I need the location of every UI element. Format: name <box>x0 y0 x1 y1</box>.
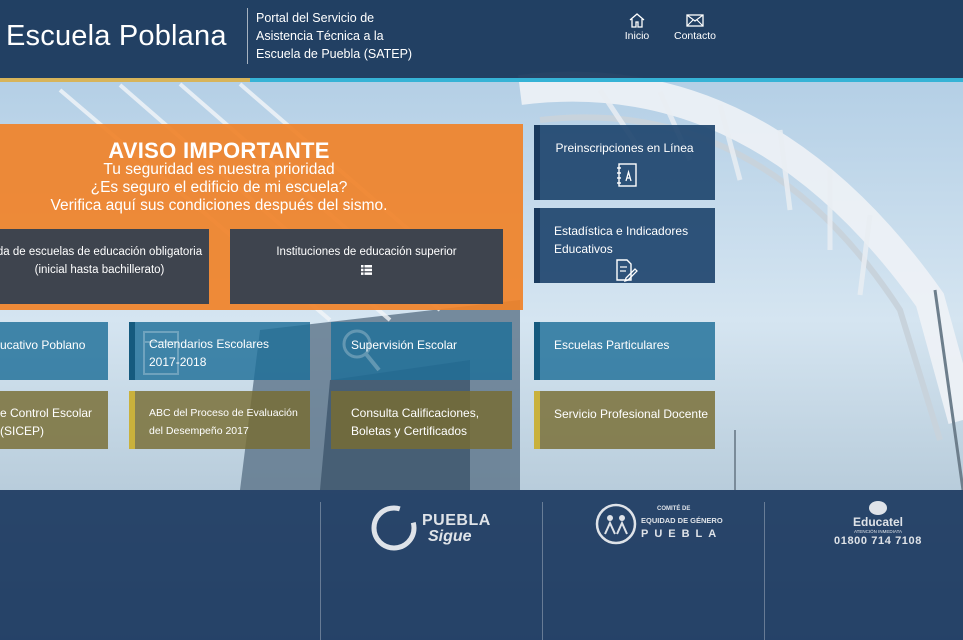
portal-description: Portal del Servicio de Asistencia Técnic… <box>256 9 426 63</box>
aviso-line-2: ¿Es seguro el edificio de mi escuela? <box>90 179 348 196</box>
servicio-profesional-label: Servicio Profesional Docente <box>554 407 709 421</box>
portal-line-1: Portal del Servicio de <box>256 11 375 25</box>
list-icon <box>361 265 372 275</box>
educatel-phone: 01800 714 7108 <box>834 535 922 547</box>
estadistica-tile[interactable]: Estadística e Indicadores Educativos <box>534 208 715 283</box>
escuelas-obligatoria-button[interactable]: da de escuelas de educación obligatoria … <box>0 229 209 304</box>
comite-text-2: EQUIDAD DE GÉNERO <box>641 516 723 525</box>
control-escolar-line-1: e Control Escolar <box>0 406 93 420</box>
header-divider <box>247 8 248 64</box>
home-icon <box>629 13 645 28</box>
comite-text-1: COMITÉ DE <box>657 506 691 512</box>
estadistica-line-1: Estadística e Indicadores <box>554 224 689 238</box>
header-accent-bar <box>0 78 963 82</box>
comite-equidad-emblem-icon <box>595 503 637 545</box>
puebla-sigue-text-2: Sigue <box>428 528 472 545</box>
preinscripciones-tile[interactable]: Preinscripciones en Línea <box>534 125 715 200</box>
aviso-text: Tu seguridad es nuestra prioridad ¿Es se… <box>0 161 448 215</box>
educatel-bubble-icon <box>869 501 887 515</box>
preinscripciones-label: Preinscripciones en Línea <box>555 141 694 155</box>
aviso-line-3: Verifica aquí sus condiciones después de… <box>50 197 388 214</box>
supervision-tile[interactable]: Supervisión Escolar <box>331 322 512 380</box>
document-edit-icon <box>616 259 638 282</box>
escuelas-particulares-label: Escuelas Particulares <box>554 338 670 352</box>
educacion-superior-button[interactable]: Instituciones de educación superior <box>230 229 503 304</box>
sistema-educativo-label: ucativo Poblano <box>0 338 86 352</box>
calendarios-tile[interactable]: Calendarios Escolares 2017-2018 <box>129 322 310 380</box>
estadistica-line-2: Educativos <box>554 242 613 256</box>
educacion-superior-label: Instituciones de educación superior <box>276 246 457 258</box>
notebook-icon <box>617 163 637 187</box>
site-brand[interactable]: Escuela Poblana <box>6 20 227 53</box>
nav-inicio[interactable]: Inicio <box>620 12 654 42</box>
servicio-profesional-tile[interactable]: Servicio Profesional Docente <box>534 391 715 449</box>
supervision-label: Supervisión Escolar <box>351 338 458 352</box>
abc-evaluacion-tile[interactable]: ABC del Proceso de Evaluación del Desemp… <box>129 391 310 449</box>
nav-contacto[interactable]: Contacto <box>672 12 718 42</box>
calendarios-line-2: 2017-2018 <box>149 355 207 369</box>
comite-text-3: PUEBLA <box>641 528 723 540</box>
escuelas-particulares-tile[interactable]: Escuelas Particulares <box>534 322 715 380</box>
abc-evaluacion-line-2: del Desempeño 2017 <box>149 425 249 437</box>
comite-equidad-logo[interactable]: COMITÉ DE EQUIDAD DE GÉNERO PUEBLA <box>595 502 725 552</box>
puebla-sigue-circle-icon <box>371 505 417 551</box>
educatel-logo[interactable]: Educatel ATENCIÓN INMEDIATA 01800 714 71… <box>828 500 928 550</box>
escuelas-obligatoria-line-2: (inicial hasta bachillerato) <box>34 264 165 276</box>
site-footer: PUEBLA Sigue COMITÉ DE EQUIDAD DE GÉNERO… <box>0 490 963 640</box>
abc-evaluacion-line-1: ABC del Proceso de Evaluación <box>149 407 298 419</box>
consulta-calificaciones-tile[interactable]: Consulta Calificaciones, Boletas y Certi… <box>331 391 512 449</box>
consulta-calificaciones-line-1: Consulta Calificaciones, <box>351 406 480 420</box>
sistema-educativo-tile[interactable]: ucativo Poblano <box>0 322 108 380</box>
educatel-name: Educatel <box>852 515 903 529</box>
portal-line-3: Escuela de Puebla (SATEP) <box>256 47 413 61</box>
mail-icon <box>686 14 704 27</box>
nav-inicio-label: Inicio <box>624 30 650 42</box>
calendarios-line-1: Calendarios Escolares <box>149 337 270 351</box>
control-escolar-tile[interactable]: e Control Escolar (SICEP) <box>0 391 108 449</box>
aviso-line-1: Tu seguridad es nuestra prioridad <box>103 161 335 178</box>
nav-contacto-label: Contacto <box>673 30 717 42</box>
site-header: Escuela Poblana Portal del Servicio de A… <box>0 0 963 80</box>
puebla-sigue-logo[interactable]: PUEBLA Sigue <box>370 502 500 557</box>
portal-line-2: Asistencia Técnica a la <box>256 29 384 43</box>
escuelas-obligatoria-line-1: da de escuelas de educación obligatoria <box>0 246 203 258</box>
consulta-calificaciones-line-2: Boletas y Certificados <box>351 424 468 438</box>
control-escolar-line-2: (SICEP) <box>0 424 45 438</box>
